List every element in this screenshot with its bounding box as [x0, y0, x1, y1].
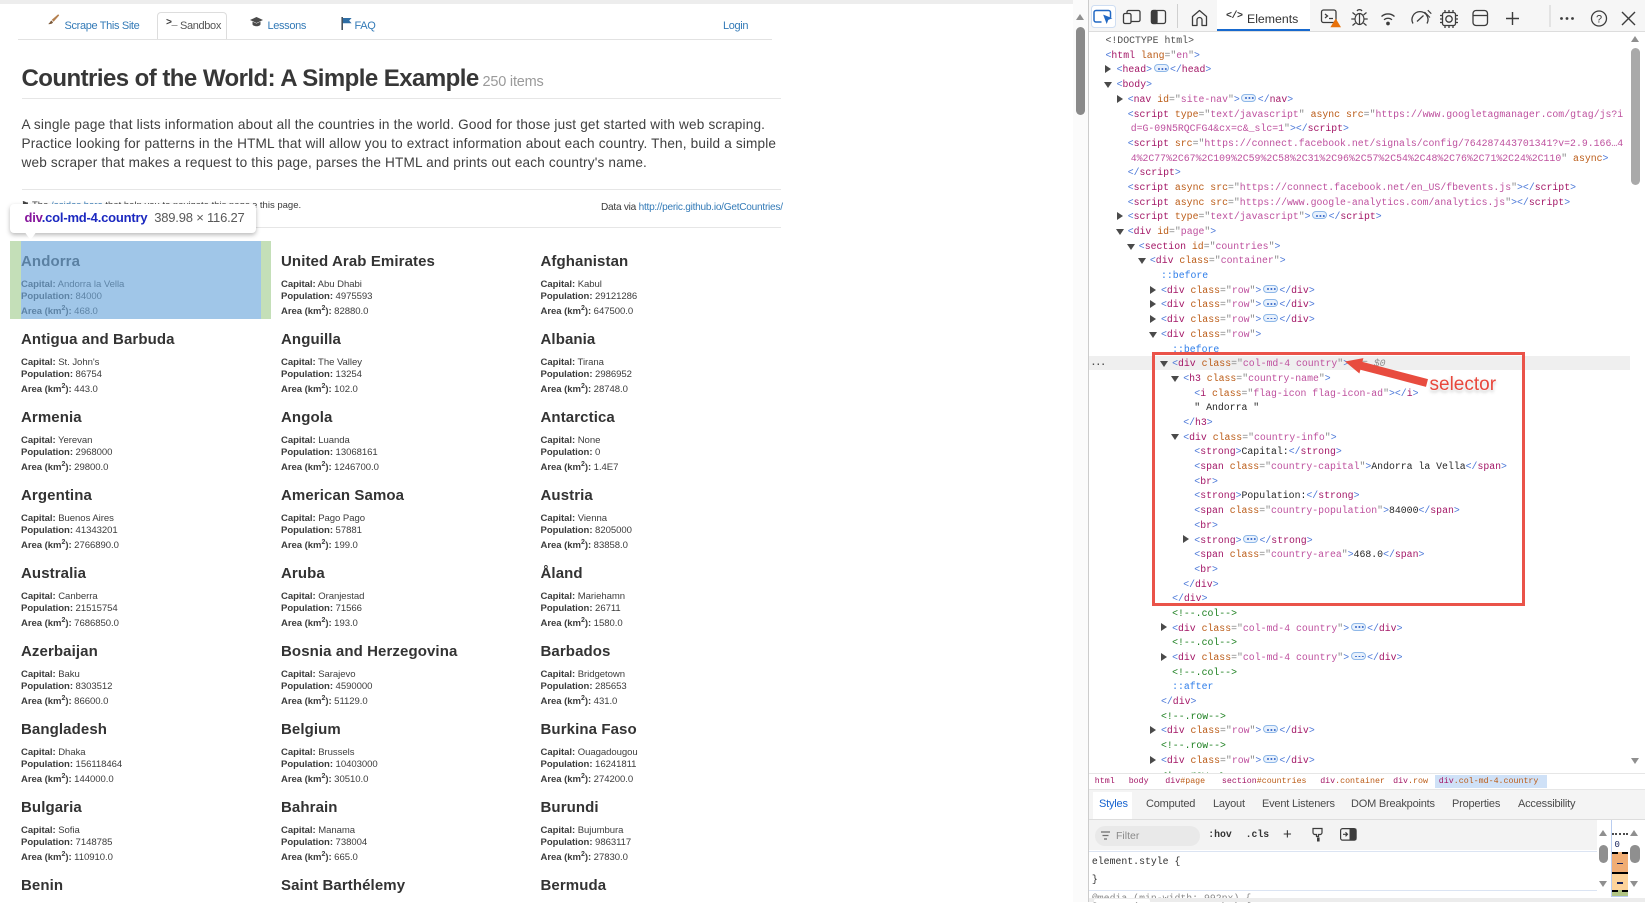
svg-text:?: ? — [1596, 14, 1602, 26]
